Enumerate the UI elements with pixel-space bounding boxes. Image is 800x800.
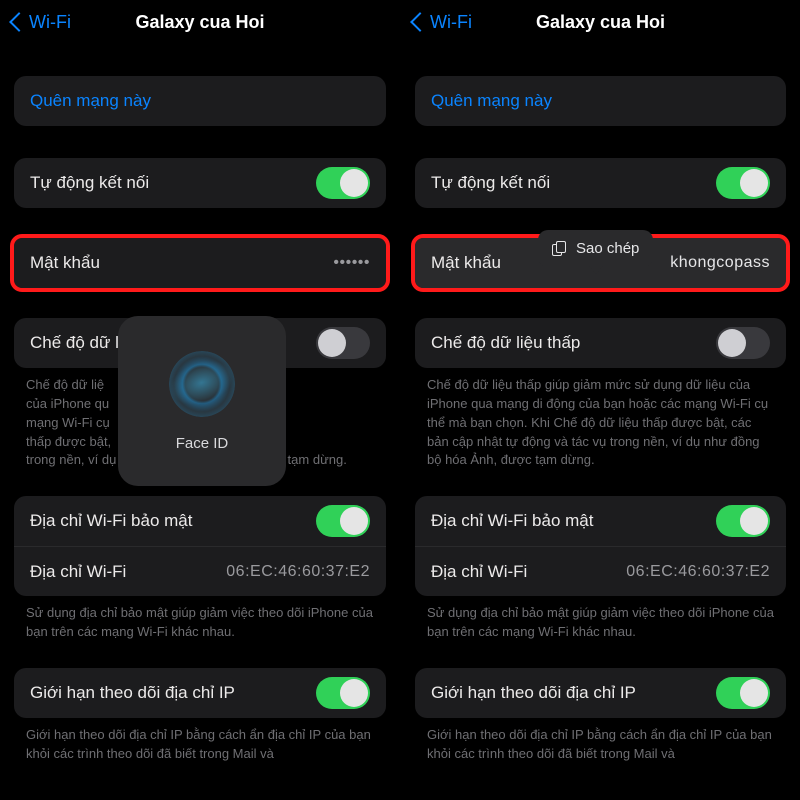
faceid-label: Face ID — [176, 435, 229, 452]
autojoin-group: Tự động kết nối — [14, 158, 386, 208]
wifi-address-value: 06:EC:46:60:37:E2 — [226, 563, 370, 581]
auto-join-toggle[interactable] — [716, 167, 770, 199]
copy-icon — [552, 241, 568, 257]
forget-network-button[interactable]: Quên mạng này — [14, 76, 386, 126]
autojoin-group: Tự động kết nối — [415, 158, 786, 208]
password-value-masked: •••••• — [333, 254, 370, 272]
private-address-footer: Sử dụng địa chỉ bảo mật giúp giảm việc t… — [26, 604, 374, 642]
low-data-row: Chế độ dữ liệu thấp — [415, 318, 786, 368]
back-button[interactable]: Wi-Fi — [6, 12, 71, 33]
private-address-row: Địa chỉ Wi-Fi bảo mật — [415, 496, 786, 546]
wifi-address-label: Địa chỉ Wi-Fi — [431, 562, 626, 582]
limit-ip-group: Giới hạn theo dõi địa chỉ IP — [14, 668, 386, 718]
priv-addr-group: Địa chỉ Wi-Fi bảo mật Địa chỉ Wi-Fi 06:E… — [14, 496, 386, 596]
chevron-left-icon — [410, 12, 430, 32]
limit-ip-row: Giới hạn theo dõi địa chỉ IP — [415, 668, 786, 718]
private-address-label: Địa chỉ Wi-Fi bảo mật — [431, 511, 716, 531]
forget-network-button[interactable]: Quên mạng này — [415, 76, 786, 126]
password-label: Mật khẩu — [30, 253, 333, 273]
wifi-address-row: Địa chỉ Wi-Fi 06:EC:46:60:37:E2 — [415, 546, 786, 596]
forget-group: Quên mạng này — [14, 76, 386, 126]
password-value-revealed: khongcopass — [670, 254, 770, 272]
forget-group: Quên mạng này — [415, 76, 786, 126]
faceid-overlay: Face ID — [118, 316, 286, 486]
auto-join-toggle[interactable] — [316, 167, 370, 199]
low-data-toggle[interactable] — [716, 327, 770, 359]
wifi-address-value: 06:EC:46:60:37:E2 — [626, 563, 770, 581]
chevron-left-icon — [9, 12, 29, 32]
copy-label: Sao chép — [576, 240, 639, 257]
back-label: Wi-Fi — [430, 12, 472, 33]
limit-ip-label: Giới hạn theo dõi địa chỉ IP — [431, 683, 716, 703]
faceid-icon — [160, 342, 243, 425]
auto-join-label: Tự động kết nối — [431, 173, 716, 193]
back-label: Wi-Fi — [29, 12, 71, 33]
left-screenshot: Wi-Fi Galaxy cua Hoi Quên mạng này Tự độ… — [0, 0, 400, 800]
private-address-label: Địa chỉ Wi-Fi bảo mật — [30, 511, 316, 531]
limit-ip-row: Giới hạn theo dõi địa chỉ IP — [14, 668, 386, 718]
private-address-toggle[interactable] — [716, 505, 770, 537]
limit-ip-label: Giới hạn theo dõi địa chỉ IP — [30, 683, 316, 703]
auto-join-row: Tự động kết nối — [415, 158, 786, 208]
low-data-label: Chế độ dữ liệu thấp — [431, 333, 716, 353]
low-data-toggle[interactable] — [316, 327, 370, 359]
low-data-footer: Chế độ dữ liệu thấp giúp giảm mức sử dụn… — [427, 376, 774, 470]
private-address-row: Địa chỉ Wi-Fi bảo mật — [14, 496, 386, 546]
limit-ip-footer: Giới hạn theo dõi địa chỉ IP bằng cách ẩ… — [427, 726, 774, 764]
wifi-address-row: Địa chỉ Wi-Fi 06:EC:46:60:37:E2 — [14, 546, 386, 596]
lowdata-group: Chế độ dữ liệu thấp — [415, 318, 786, 368]
limit-ip-toggle[interactable] — [716, 677, 770, 709]
nav-bar: Wi-Fi Galaxy cua Hoi — [0, 0, 400, 44]
private-address-toggle[interactable] — [316, 505, 370, 537]
copy-tooltip[interactable]: Sao chép — [538, 230, 653, 267]
limit-ip-footer: Giới hạn theo dõi địa chỉ IP bằng cách ẩ… — [26, 726, 374, 764]
auto-join-row: Tự động kết nối — [14, 158, 386, 208]
limit-ip-toggle[interactable] — [316, 677, 370, 709]
password-group: Mật khẩu •••••• — [14, 238, 386, 288]
limit-ip-group: Giới hạn theo dõi địa chỉ IP — [415, 668, 786, 718]
priv-addr-group: Địa chỉ Wi-Fi bảo mật Địa chỉ Wi-Fi 06:E… — [415, 496, 786, 596]
wifi-address-label: Địa chỉ Wi-Fi — [30, 562, 226, 582]
password-row[interactable]: Mật khẩu •••••• — [14, 238, 386, 288]
nav-bar: Wi-Fi Galaxy cua Hoi — [401, 0, 800, 44]
right-screenshot: Wi-Fi Galaxy cua Hoi Quên mạng này Tự độ… — [400, 0, 800, 800]
private-address-footer: Sử dụng địa chỉ bảo mật giúp giảm việc t… — [427, 604, 774, 642]
back-button[interactable]: Wi-Fi — [407, 12, 472, 33]
auto-join-label: Tự động kết nối — [30, 173, 316, 193]
